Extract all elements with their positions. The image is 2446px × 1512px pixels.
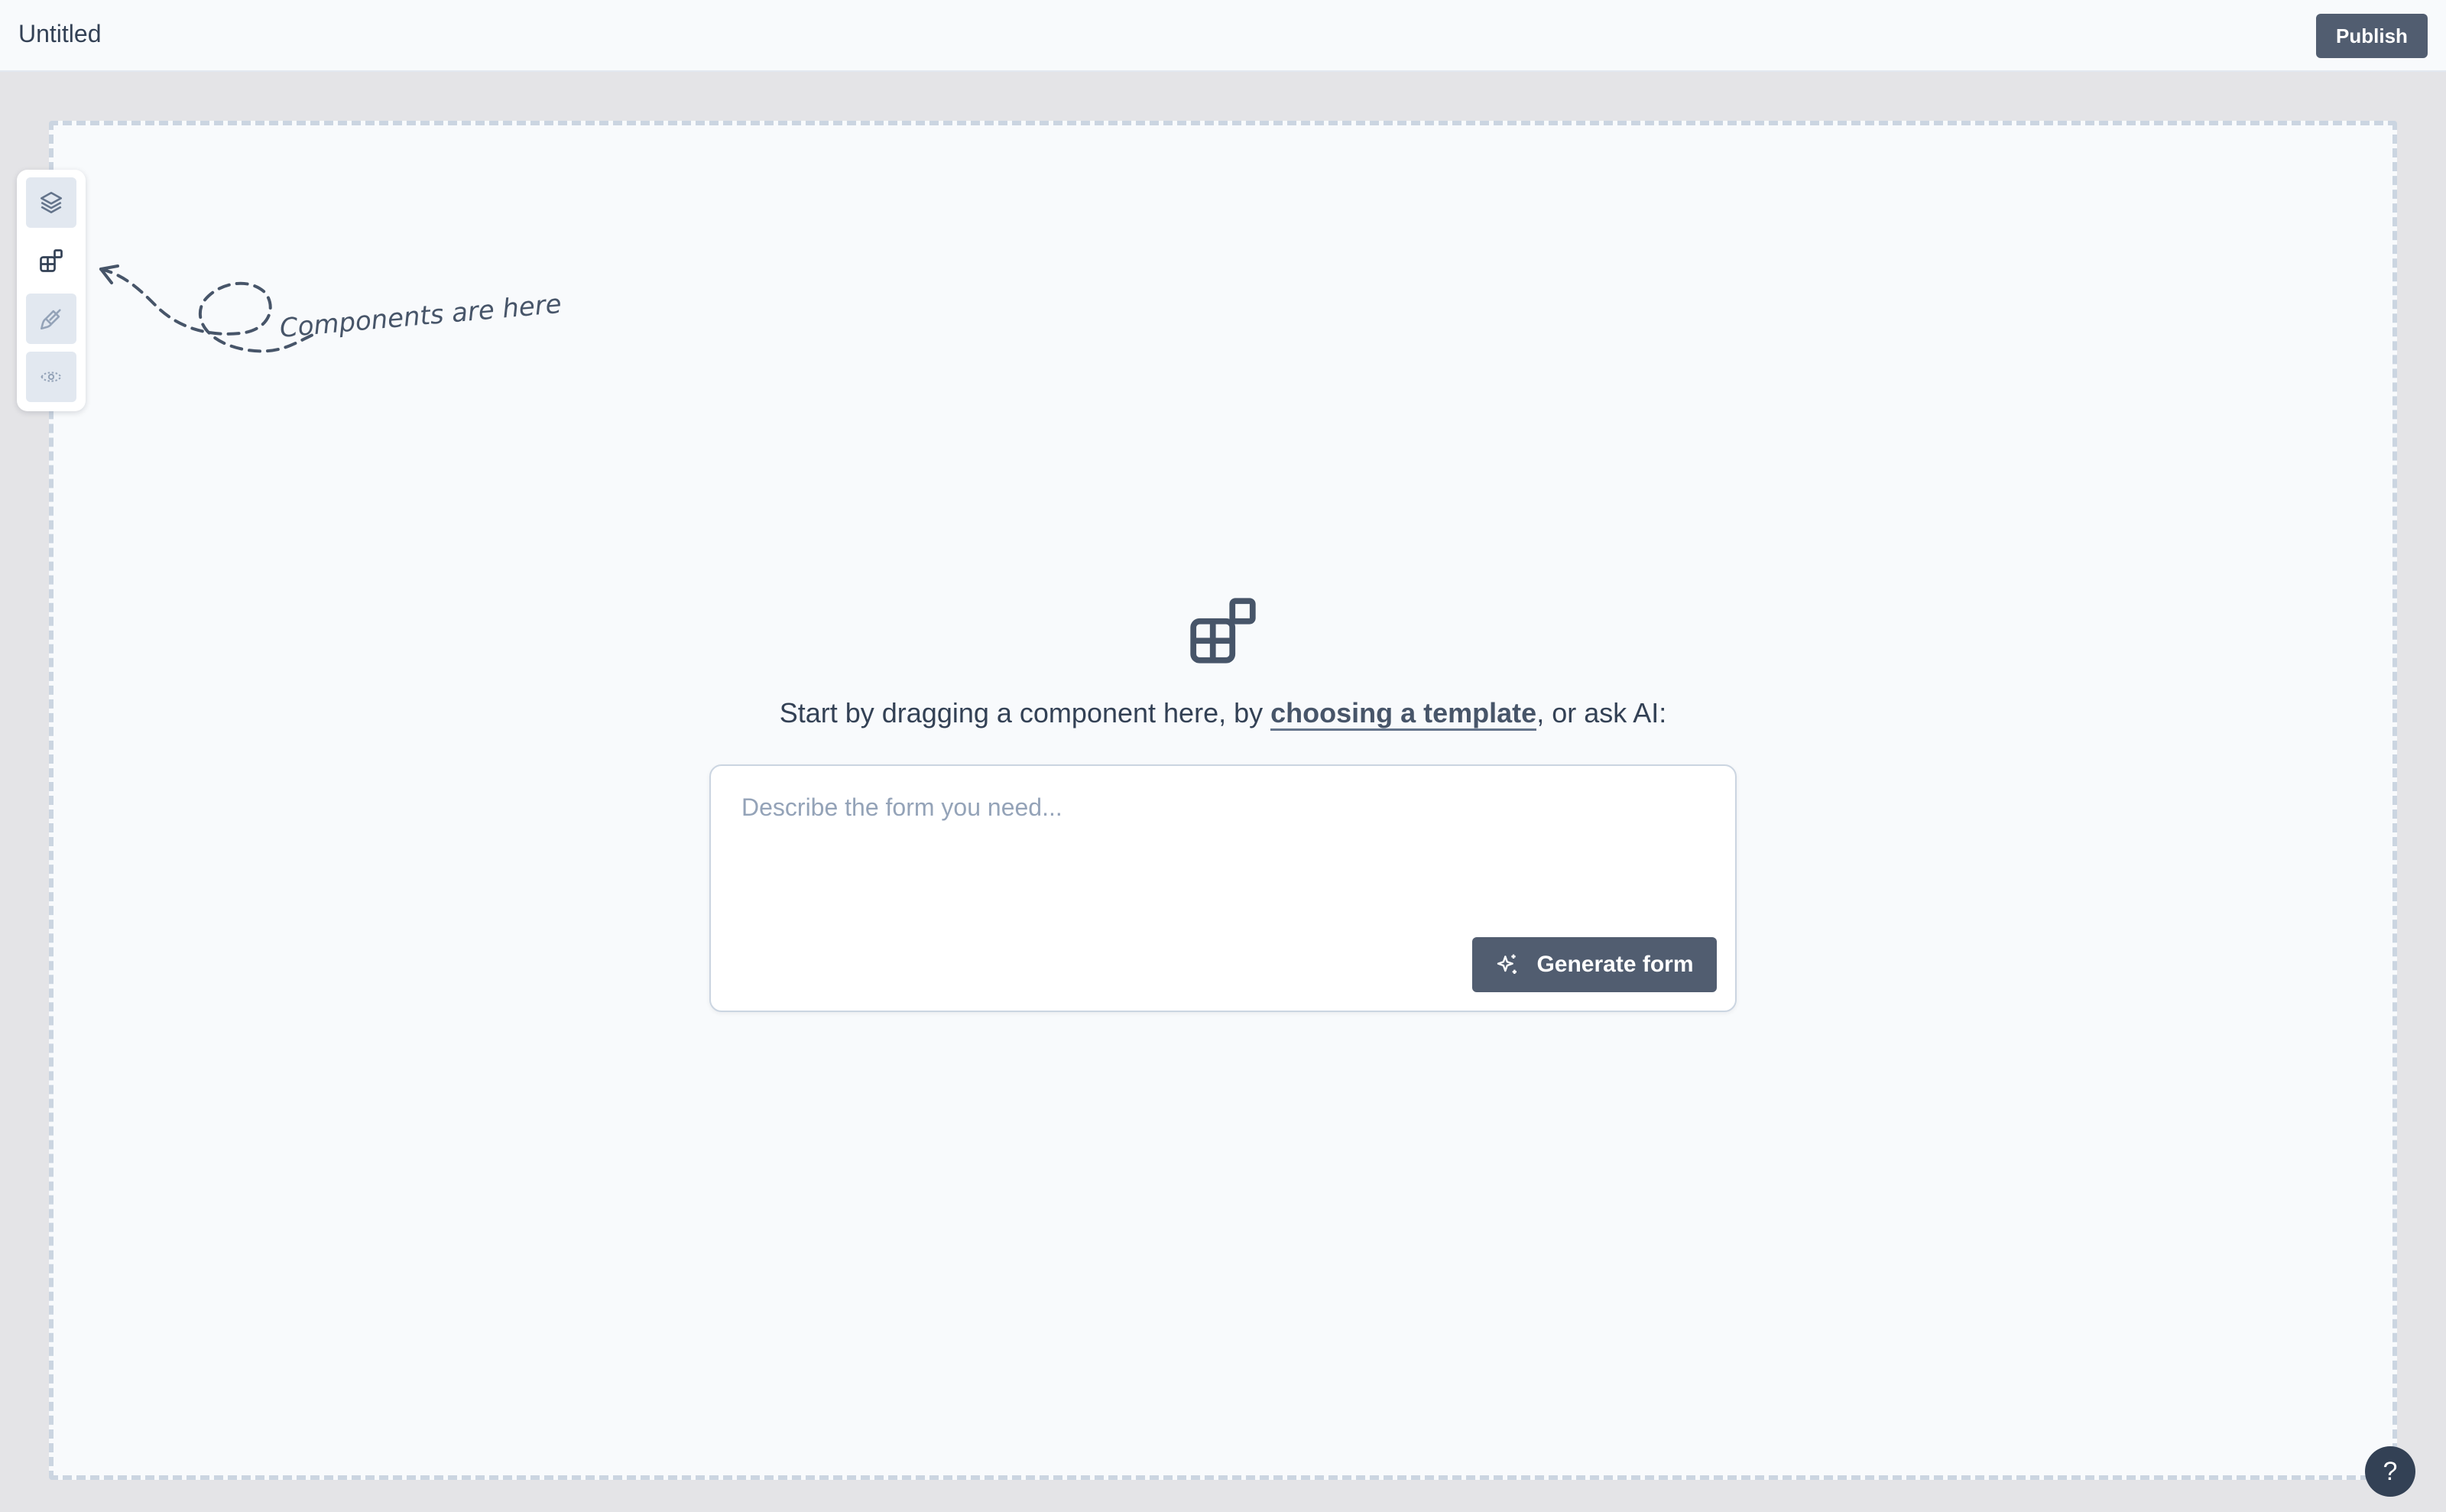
form-description-input[interactable] [741,793,1705,908]
style-button[interactable] [26,294,76,344]
components-icon [1190,598,1256,664]
choose-template-link[interactable]: choosing a template [1270,697,1537,731]
side-toolbar [17,170,86,411]
components-icon [40,249,63,272]
document-title[interactable]: Untitled [18,20,102,48]
sparkles-icon [1497,954,1517,974]
components-button[interactable] [26,235,76,286]
publish-button[interactable]: Publish [2316,14,2428,58]
brush-icon [40,309,61,330]
ai-prompt-box: Generate form [709,764,1737,1012]
generate-form-label: Generate form [1536,952,1694,977]
layers-button[interactable] [26,177,76,228]
prompt-text-after: , or ask AI: [1536,697,1667,728]
generate-form-button[interactable]: Generate form [1472,937,1717,992]
empty-state-prompt: Start by dragging a component here, by c… [0,697,2446,731]
eye-icon [41,372,62,382]
layers-icon [40,191,63,214]
help-button[interactable]: ? [2365,1446,2415,1497]
top-bar: Untitled Publish [0,0,2446,72]
preview-button[interactable] [26,352,76,402]
prompt-text-before: Start by dragging a component here, by [779,697,1271,728]
